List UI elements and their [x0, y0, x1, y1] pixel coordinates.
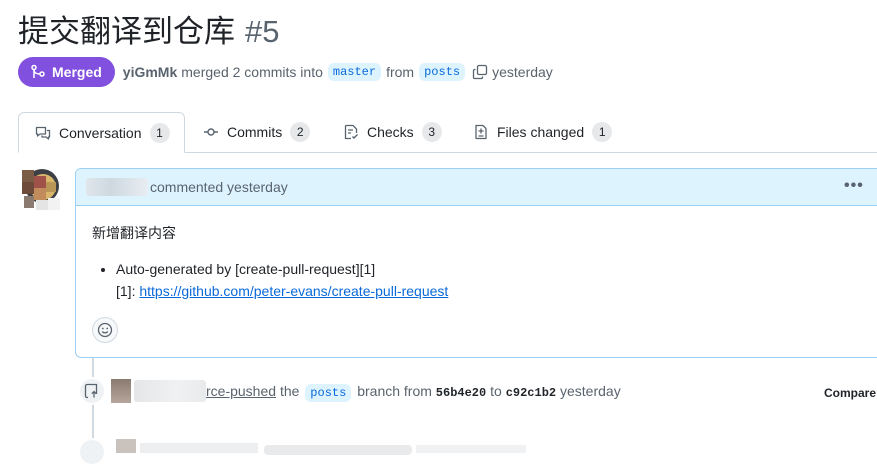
add-reaction-button[interactable]	[92, 317, 118, 343]
checklist-icon	[343, 124, 359, 140]
from-text: from	[386, 64, 415, 80]
event-icon-partial	[78, 438, 106, 466]
event-time: yesterday	[560, 383, 621, 399]
timeline-event-partial	[78, 436, 877, 466]
event-text-branch-from: branch from	[357, 383, 432, 399]
comment-body: 新增翻译内容 Auto-generated by [create-pull-re…	[76, 206, 877, 302]
force-pushed-link[interactable]: rce-pushed	[206, 383, 276, 399]
timeline-event-force-push: rce-pushed the posts branch from 56b4e20…	[78, 377, 877, 407]
base-branch[interactable]: master	[327, 63, 382, 81]
file-diff-icon	[473, 124, 489, 140]
create-pull-request-link[interactable]: https://github.com/peter-evans/create-pu…	[139, 283, 448, 299]
repo-push-icon	[78, 377, 106, 405]
redacted-block	[416, 445, 526, 453]
to-sha-link[interactable]: c92c1b2	[506, 386, 556, 400]
comment-discussion-icon	[35, 125, 51, 141]
comment-list: Auto-generated by [create-pull-request][…	[92, 258, 873, 302]
copy-icon[interactable]	[472, 64, 488, 80]
comment-bullet-line2-prefix: [1]:	[116, 283, 136, 299]
tab-conversation[interactable]: Conversation 1	[18, 112, 185, 153]
merged-time: yesterday	[492, 64, 553, 80]
comment-header-text: commented yesterday	[150, 179, 288, 195]
tab-files-changed-label: Files changed	[497, 124, 585, 140]
tab-conversation-count: 1	[149, 122, 170, 143]
pr-title-text: 提交翻译到仓库	[18, 14, 235, 49]
event-description: rce-pushed the posts branch from 56b4e20…	[206, 382, 621, 402]
tab-commits-label: Commits	[227, 124, 283, 140]
comment-heading: 新增翻译内容	[92, 225, 176, 241]
pusher-name-redacted	[134, 380, 206, 402]
event-text-to: to	[490, 383, 502, 399]
tab-files-changed-count: 1	[592, 122, 613, 142]
commenter-avatar[interactable]	[16, 168, 60, 212]
kebab-horizontal-icon[interactable]: •••	[844, 177, 864, 195]
pusher-avatar-redacted[interactable]	[111, 379, 131, 403]
git-merge-icon	[31, 64, 45, 78]
compare-button[interactable]: Compare	[824, 386, 876, 400]
pr-author-link[interactable]: yiGmMk	[123, 64, 177, 80]
redacted-block	[264, 445, 412, 455]
tab-checks[interactable]: Checks 3	[343, 112, 442, 152]
list-item: Auto-generated by [create-pull-request][…	[116, 258, 873, 302]
commenter-name-redacted[interactable]	[86, 178, 148, 196]
tab-conversation-label: Conversation	[59, 124, 142, 141]
pr-tabs: Conversation 1 Commits 2 Checks 3 Files …	[18, 112, 877, 153]
tab-commits-count: 2	[290, 122, 311, 142]
tab-commits[interactable]: Commits 2	[203, 112, 311, 152]
merged-commits-text: merged 2 commits into	[181, 64, 323, 80]
git-commit-icon	[203, 124, 219, 140]
pr-meta: Merged yiGmMk merged 2 commits into mast…	[18, 57, 553, 87]
comment-bullet-line1: Auto-generated by [create-pull-request][…	[116, 261, 376, 277]
comment-box: commented yesterday ••• 新增翻译内容 Auto-gene…	[75, 168, 877, 358]
from-sha-link[interactable]: 56b4e20	[436, 386, 486, 400]
event-text-the: the	[279, 383, 300, 399]
event-branch[interactable]: posts	[305, 384, 352, 402]
head-branch[interactable]: posts	[419, 63, 466, 81]
comment-header: commented yesterday •••	[76, 169, 877, 206]
merged-state-label: Merged	[52, 64, 102, 80]
smiley-icon	[97, 322, 113, 338]
tab-files-changed[interactable]: Files changed 1	[473, 112, 613, 152]
redacted-block	[140, 443, 258, 453]
tab-checks-label: Checks	[367, 124, 414, 140]
tab-checks-count: 3	[421, 122, 442, 142]
merged-state-badge: Merged	[18, 57, 115, 87]
pr-number: #5	[245, 14, 280, 49]
pr-title: 提交翻译到仓库 #5	[18, 10, 279, 54]
